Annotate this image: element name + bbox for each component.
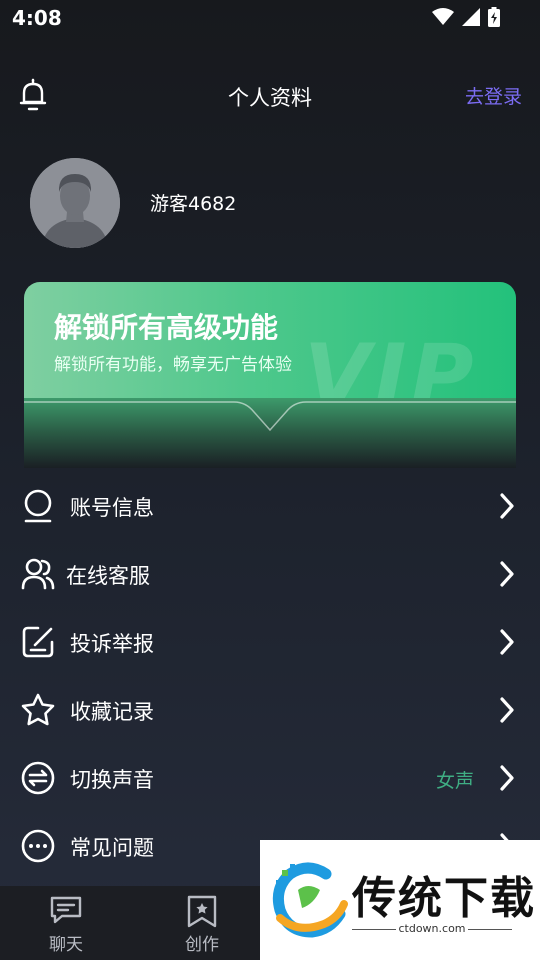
edit-icon	[22, 626, 54, 658]
page-title: 个人资料	[228, 86, 312, 110]
menu-item-online-service[interactable]: 在线客服	[0, 540, 540, 608]
site-logo-icon	[272, 862, 348, 938]
status-time: 4:08	[12, 6, 62, 30]
menu-item-complaint-report[interactable]: 投诉举报	[0, 608, 540, 676]
login-link[interactable]: 去登录	[465, 82, 522, 109]
chat-icon	[50, 896, 82, 924]
more-icon	[21, 829, 55, 863]
chevron-right-icon	[500, 561, 514, 587]
star-icon	[21, 693, 55, 726]
tab-chat[interactable]: 聊天	[6, 886, 126, 960]
site-watermark: 传统下载 ctdown.com	[260, 840, 540, 960]
site-brand-name: 传统下载	[352, 873, 536, 924]
settings-menu: 账号信息 在线客服 投诉举报 收藏记录 切换声音 女声 常见问题	[0, 472, 540, 880]
chevron-right-icon	[500, 493, 514, 519]
users-icon	[21, 558, 55, 590]
menu-label: 投诉举报	[70, 632, 154, 656]
menu-label: 切换声音	[70, 768, 154, 792]
vip-banner-subtitle: 解锁所有功能，畅享无广告体验	[54, 355, 292, 375]
tab-label: 创作	[185, 935, 219, 955]
switch-icon	[21, 761, 55, 795]
vip-banner-title: 解锁所有高级功能	[54, 311, 279, 344]
user-icon	[24, 489, 52, 523]
menu-label: 收藏记录	[70, 700, 154, 724]
divider	[468, 929, 512, 930]
menu-label: 在线客服	[66, 564, 150, 588]
tab-label: 聊天	[49, 935, 83, 955]
signal-icon	[462, 8, 480, 26]
username: 游客4682	[150, 193, 237, 215]
bookmark-icon	[187, 895, 217, 928]
status-icons	[432, 7, 500, 27]
header: 个人资料 去登录	[0, 70, 540, 122]
battery-icon	[488, 7, 500, 27]
menu-item-switch-voice[interactable]: 切换声音 女声	[0, 744, 540, 812]
chevron-right-icon	[500, 629, 514, 655]
avatar[interactable]	[30, 158, 120, 248]
menu-label: 账号信息	[70, 496, 154, 520]
tab-create[interactable]: 创作	[142, 886, 262, 960]
profile-section: 游客4682	[0, 156, 540, 250]
vip-banner-notch	[24, 401, 516, 432]
status-bar: 4:08	[0, 0, 540, 38]
chevron-right-icon	[500, 697, 514, 723]
menu-item-favorites[interactable]: 收藏记录	[0, 676, 540, 744]
chevron-right-icon	[500, 765, 514, 791]
menu-item-account-info[interactable]: 账号信息	[0, 472, 540, 540]
menu-label: 常见问题	[70, 836, 154, 860]
voice-value: 女声	[435, 770, 474, 792]
avatar-placeholder-icon	[30, 158, 120, 248]
vip-banner[interactable]: VIP 解锁所有高级功能 解锁所有功能，畅享无广告体验	[24, 282, 516, 468]
wifi-icon	[432, 8, 454, 25]
